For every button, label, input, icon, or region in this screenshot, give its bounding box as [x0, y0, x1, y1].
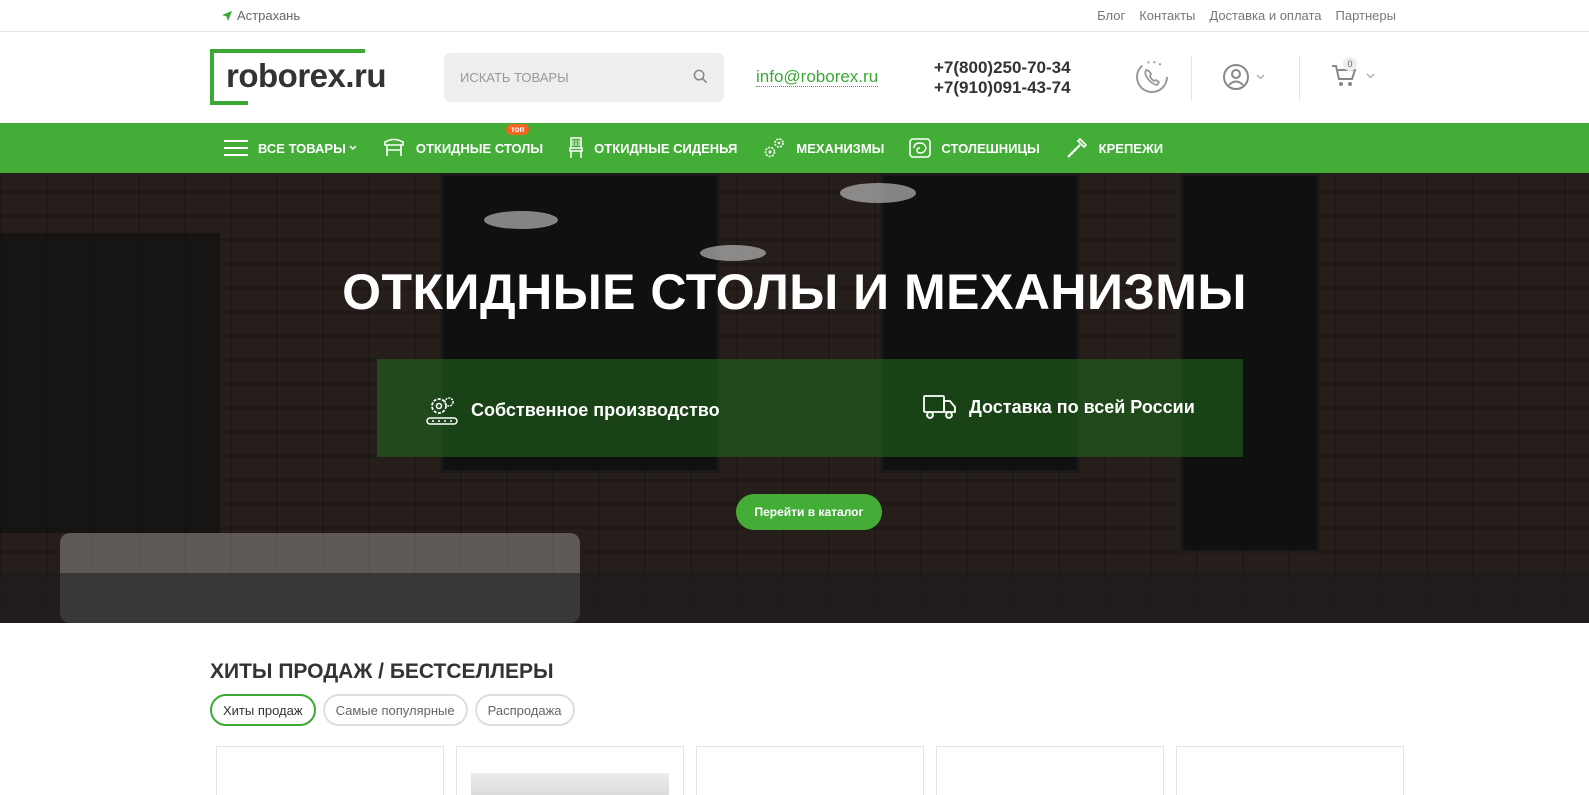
feature-production: Собственное производство: [425, 394, 720, 426]
nav-all-products[interactable]: ВСЕ ТОВАРЫ: [224, 139, 357, 157]
product-card[interactable]: [936, 746, 1164, 795]
callback-button[interactable]: [1134, 59, 1170, 95]
nav-fasteners[interactable]: КРЕПЕЖИ: [1065, 136, 1163, 160]
search-input[interactable]: [460, 70, 680, 85]
search-icon[interactable]: [693, 69, 708, 84]
tab-popular[interactable]: Самые популярные: [322, 694, 468, 726]
nav-tabletops[interactable]: СТОЛЕШНИЦЫ: [909, 138, 1040, 158]
product-card[interactable]: [696, 746, 924, 795]
hero-features: Собственное производство Доставка по все…: [377, 359, 1243, 457]
product-cards: [216, 746, 1404, 795]
cart[interactable]: 0: [1330, 57, 1375, 91]
feature-delivery: Доставка по всей России: [923, 394, 1195, 420]
nav-folding-seats[interactable]: ОТКИДНЫЕ СИДЕНЬЯ: [568, 137, 737, 159]
cart-icon-wrap: 0: [1330, 57, 1360, 91]
hero-title: ОТКИДНЫЕ СТОЛЫ И МЕХАНИЗМЫ: [342, 264, 1247, 320]
section-title: ХИТЫ ПРОДАЖ / БЕСТСЕЛЛЕРЫ: [210, 660, 554, 683]
city-name: Астрахань: [237, 8, 301, 23]
link-delivery[interactable]: Доставка и оплата: [1209, 8, 1321, 23]
product-card[interactable]: [1176, 746, 1404, 795]
hero-lamp: [484, 211, 558, 229]
search-box: [444, 53, 724, 102]
phones: +7(800)250-70-34 +7(910)091-43-74: [934, 58, 1071, 98]
screw-icon: [1066, 137, 1087, 158]
truck-icon: [923, 395, 956, 419]
chevron-down-icon: [349, 145, 357, 151]
cart-count: 0: [1343, 57, 1357, 71]
catalog-button[interactable]: Перейти в каталог: [736, 494, 882, 530]
logo-text: roborex.ru: [226, 57, 387, 94]
seat-icon: [569, 137, 583, 158]
link-partners[interactable]: Партнеры: [1336, 8, 1396, 23]
bestseller-tabs: Хиты продаж Самые популярные Распродажа: [210, 694, 575, 726]
user-menu[interactable]: [1222, 63, 1265, 91]
chevron-down-icon: [1256, 74, 1265, 80]
link-contacts[interactable]: Контакты: [1139, 8, 1195, 23]
user-icon: [1223, 64, 1249, 90]
location-arrow-icon: [222, 10, 232, 21]
tabletop-icon: [909, 138, 932, 158]
header-divider: [1191, 55, 1192, 101]
top-links: Блог Контакты Доставка и оплата Партнеры: [1097, 8, 1396, 23]
product-card[interactable]: [216, 746, 444, 795]
top-badge: топ: [505, 124, 530, 135]
hero-lamp: [700, 245, 766, 261]
product-card[interactable]: [456, 746, 684, 795]
nav-mechanisms[interactable]: МЕХАНИЗМЫ: [762, 136, 884, 160]
tab-sale[interactable]: Распродажа: [474, 694, 575, 726]
hero-lamp: [840, 183, 916, 203]
gears-icon: [765, 138, 785, 158]
logo[interactable]: roborex.ru: [210, 49, 388, 105]
nav-folding-tables[interactable]: ОТКИДНЫЕ СТОЛЫ топ: [382, 124, 543, 159]
header-divider: [1299, 55, 1300, 101]
tab-hits[interactable]: Хиты продаж: [210, 694, 316, 726]
chevron-down-icon: [1366, 73, 1375, 79]
callback-phone-icon: [1136, 61, 1168, 93]
email-link[interactable]: info@roborex.ru: [756, 68, 879, 87]
table-icon: [384, 138, 404, 156]
top-bar: Астрахань Блог Контакты Доставка и оплат…: [0, 0, 1589, 32]
phone-2[interactable]: +7(910)091-43-74: [934, 78, 1071, 98]
link-blog[interactable]: Блог: [1097, 8, 1125, 23]
hero-floor: [0, 573, 1589, 623]
hero-banner: ОТКИДНЫЕ СТОЛЫ И МЕХАНИЗМЫ Собственное п…: [0, 173, 1589, 623]
header: roborex.ru info@roborex.ru +7(800)250-70…: [0, 33, 1589, 123]
factory-icon: [426, 397, 458, 425]
main-nav: ВСЕ ТОВАРЫ ОТКИДНЫЕ СТОЛЫ топ ОТКИДНЫЕ С…: [0, 123, 1589, 173]
phone-1[interactable]: +7(800)250-70-34: [934, 58, 1071, 78]
hamburger-icon: [224, 140, 248, 156]
city-selector[interactable]: Астрахань: [222, 8, 300, 23]
product-image: [471, 773, 669, 795]
